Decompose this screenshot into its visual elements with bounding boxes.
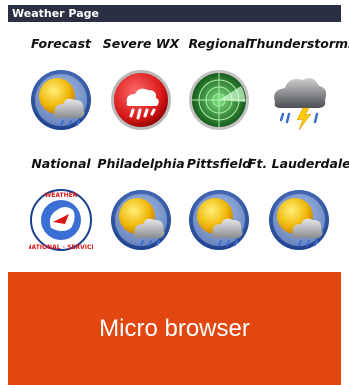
- sun-cloud-icon: [109, 188, 173, 252]
- sun-cloud-icon: [29, 68, 93, 132]
- severe-weather-icon: [109, 68, 173, 132]
- micro-browser-button-label: Micro browser: [99, 314, 250, 342]
- page-title-bar: Weather Page: [8, 5, 341, 22]
- tile-label: Thunderstorms: [248, 36, 349, 51]
- micro-browser-button[interactable]: Micro browser: [8, 272, 341, 385]
- sun-cloud-icon: [267, 188, 331, 252]
- tile-label: Ft. Lauderdale: [248, 156, 349, 171]
- tile-ft-lauderdale[interactable]: Ft. Lauderdale: [248, 142, 349, 262]
- thunderstorm-icon: [267, 68, 331, 132]
- radar-icon: [187, 68, 251, 132]
- svg-text:WEATHER: WEATHER: [45, 192, 78, 199]
- weather-links-grid: Forecast Severe WX Regional Thunderstorm…: [8, 22, 349, 262]
- national-weather-service-logo: WEATHER NATIONAL · SERVICE: [29, 188, 93, 252]
- tile-thunderstorms[interactable]: Thunderstorms: [248, 22, 349, 142]
- svg-text:NATIONAL · SERVICE: NATIONAL · SERVICE: [29, 244, 93, 251]
- sun-cloud-icon: [187, 188, 251, 252]
- page-title: Weather Page: [12, 7, 99, 20]
